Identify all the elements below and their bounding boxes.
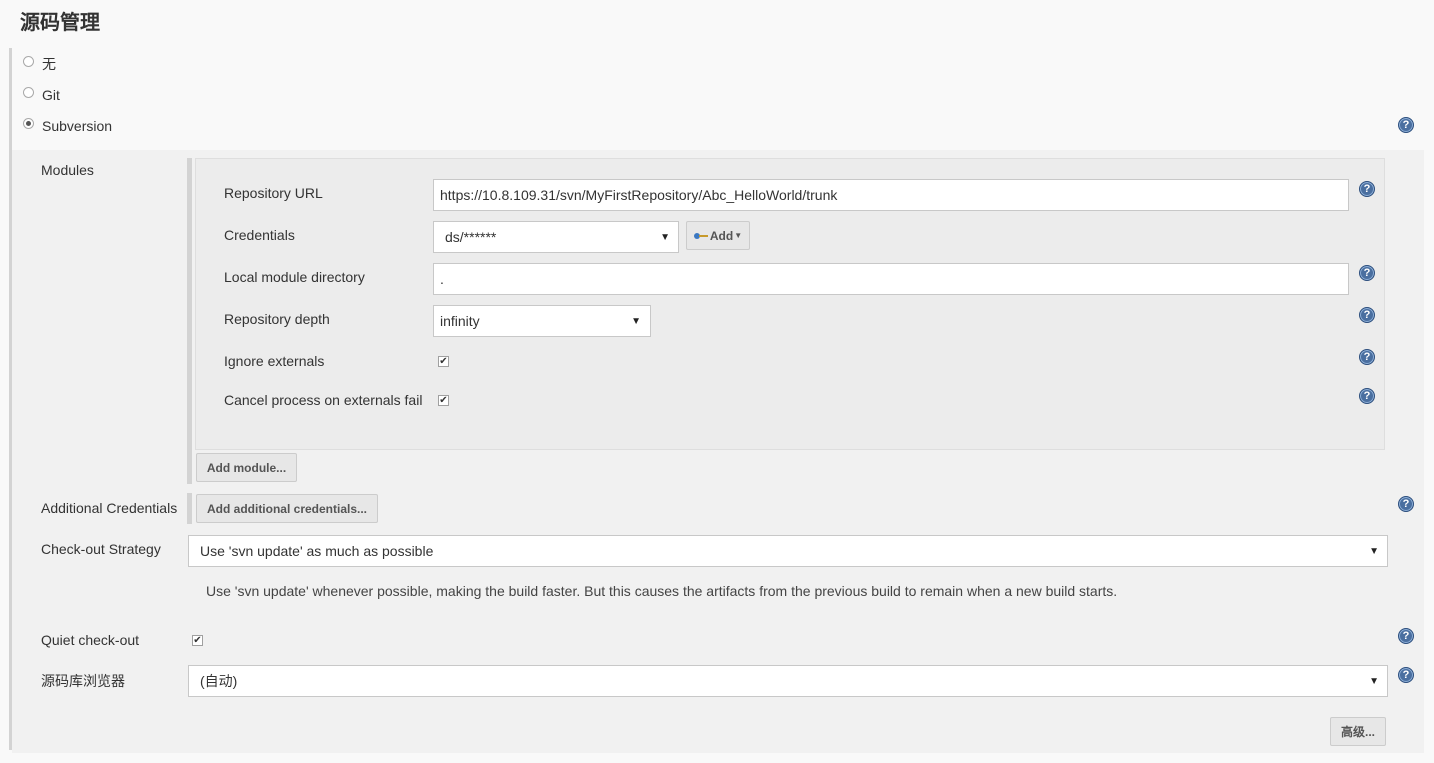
chevron-down-icon: ▼	[660, 231, 670, 243]
checkout-strategy-select[interactable]: Use 'svn update' as much as possible ▼	[188, 535, 1388, 567]
help-icon[interactable]: ?	[1359, 388, 1375, 404]
chevron-down-icon: ▼	[631, 315, 641, 327]
scm-option-none[interactable]: 无	[23, 54, 56, 74]
checkout-strategy-label: Check-out Strategy	[41, 541, 161, 557]
additional-credentials-label: Additional Credentials	[41, 500, 178, 516]
add-credentials-button[interactable]: Add ▼	[686, 221, 750, 250]
radio-git[interactable]	[23, 86, 34, 98]
help-icon[interactable]: ?	[1359, 307, 1375, 323]
radio-subversion[interactable]	[23, 117, 34, 129]
modules-left-border	[187, 158, 192, 484]
chevron-down-icon: ▼	[1369, 545, 1379, 557]
credentials-select[interactable]: ds/****** ▼	[433, 221, 679, 253]
key-icon	[693, 232, 708, 240]
repository-depth-select[interactable]: infinity ▼	[433, 305, 651, 337]
cancel-on-externals-fail-label: Cancel process on externals fail	[224, 392, 423, 408]
checkout-strategy-description: Use 'svn update' whenever possible, maki…	[206, 583, 1118, 599]
quiet-checkout-checkbox[interactable]: ✔	[192, 635, 203, 646]
repo-browser-select[interactable]: (自动) ▼	[188, 665, 1388, 697]
advanced-button[interactable]: 高级...	[1330, 717, 1386, 746]
local-module-directory-input[interactable]: .	[433, 263, 1349, 295]
chevron-down-icon: ▼	[734, 231, 743, 240]
add-module-label: Add module...	[206, 460, 287, 475]
quiet-checkout-label: Quiet check-out	[41, 632, 140, 648]
additional-credentials-border	[187, 493, 192, 524]
advanced-label: 高级...	[1340, 725, 1375, 739]
credentials-value: ds/******	[445, 229, 497, 245]
help-icon[interactable]: ?	[1398, 496, 1414, 512]
section-title: 源码管理	[20, 12, 100, 34]
repository-url-input[interactable]: https://10.8.109.31/svn/MyFirstRepositor…	[433, 179, 1349, 211]
scm-option-git[interactable]: Git	[23, 85, 60, 105]
ignore-externals-checkbox[interactable]: ✔	[438, 356, 449, 367]
scm-option-label: 无	[42, 56, 56, 72]
help-icon[interactable]: ?	[1359, 265, 1375, 281]
add-additional-credentials-button[interactable]: Add additional credentials...	[196, 494, 378, 523]
checkout-strategy-value: Use 'svn update' as much as possible	[200, 543, 434, 559]
help-icon[interactable]: ?	[1359, 349, 1375, 365]
scm-option-label: Subversion	[42, 118, 113, 134]
scm-option-label: Git	[42, 87, 60, 103]
radio-none[interactable]	[23, 55, 34, 67]
repo-browser-label: 源码库浏览器	[41, 673, 125, 689]
scm-option-subversion[interactable]: Subversion	[23, 116, 112, 136]
local-module-directory-value: .	[440, 271, 444, 287]
add-additional-credentials-label: Add additional credentials...	[206, 501, 368, 516]
repository-url-label: Repository URL	[224, 185, 323, 201]
add-module-button[interactable]: Add module...	[196, 453, 297, 482]
local-module-directory-label: Local module directory	[224, 269, 365, 285]
help-icon[interactable]: ?	[1398, 628, 1414, 644]
credentials-label: Credentials	[224, 227, 295, 243]
repository-url-value: https://10.8.109.31/svn/MyFirstRepositor…	[440, 187, 838, 203]
help-icon[interactable]: ?	[1398, 117, 1414, 133]
repository-depth-label: Repository depth	[224, 311, 330, 327]
add-credentials-label: Add	[709, 228, 734, 243]
repository-depth-value: infinity	[440, 313, 480, 329]
modules-label: Modules	[41, 162, 94, 178]
cancel-on-externals-fail-checkbox[interactable]: ✔	[438, 395, 449, 406]
repo-browser-value: (自动)	[200, 673, 238, 689]
ignore-externals-label: Ignore externals	[224, 353, 325, 369]
help-icon[interactable]: ?	[1359, 181, 1375, 197]
chevron-down-icon: ▼	[1369, 675, 1379, 687]
help-icon[interactable]: ?	[1398, 667, 1414, 683]
